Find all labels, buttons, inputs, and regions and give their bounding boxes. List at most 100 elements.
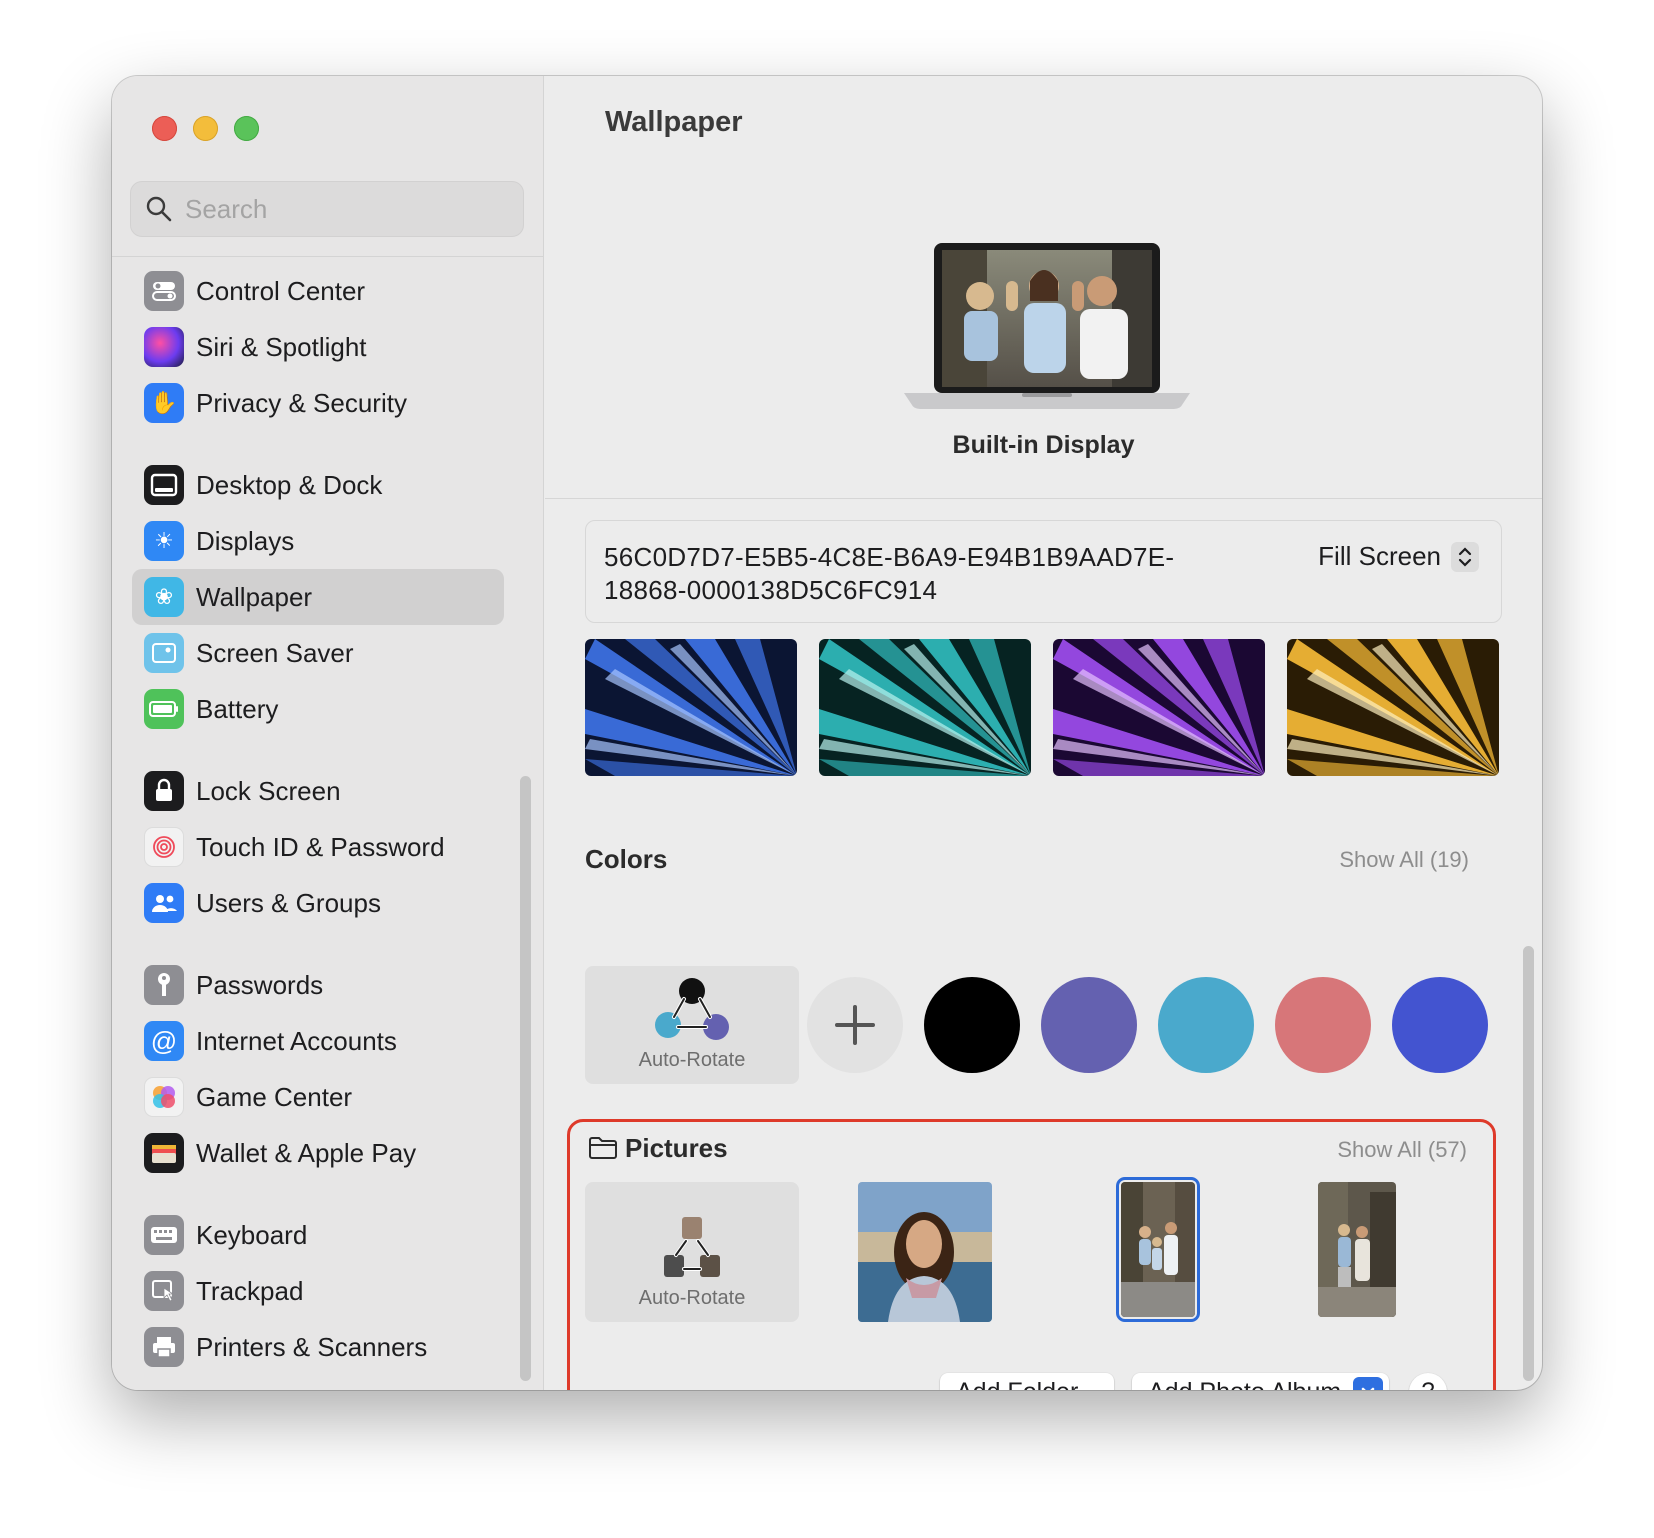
laptop-preview-image[interactable] (902, 241, 1192, 411)
sidebar-item-users-groups[interactable]: Users & Groups (132, 875, 504, 931)
sidebar-item-passwords[interactable]: Passwords (132, 957, 504, 1013)
wallpaper-thumbnail-teal[interactable] (819, 639, 1031, 776)
colors-heading: Colors (585, 844, 668, 874)
color-swatch-blue[interactable] (1392, 977, 1488, 1073)
trackpad-icon (144, 1271, 184, 1311)
up-down-chevron-icon (1451, 541, 1479, 572)
sidebar-item-label: Wallpaper (196, 581, 313, 612)
sidebar-scrollbar[interactable] (520, 776, 531, 1381)
zoom-window-button[interactable] (234, 116, 259, 141)
screen-saver-icon (144, 633, 184, 673)
battery-icon (144, 689, 184, 729)
dynamic-wallpaper-thumbnails (585, 639, 1499, 776)
sidebar-item-label: Lock Screen (196, 775, 341, 806)
colors-auto-rotate-tile[interactable]: Auto-Rotate (585, 966, 799, 1084)
dock-icon (144, 465, 184, 505)
sidebar-item-desktop-dock[interactable]: Desktop & Dock (132, 457, 504, 513)
sidebar-item-internet-accounts[interactable]: @ Internet Accounts (132, 1013, 504, 1069)
settings-window: Control Center Siri & Spotlight ✋ Privac… (112, 76, 1542, 1390)
search-icon (146, 196, 172, 222)
sidebar-item-printers[interactable]: Printers & Scanners (132, 1319, 504, 1375)
current-wallpaper-row: 56C0D7D7-E5B5-4C8E-B6A9-E94B1B9AAD7E-188… (585, 520, 1502, 623)
sidebar-item-label: Users & Groups (196, 887, 381, 918)
page-title: Wallpaper (605, 106, 743, 138)
auto-rotate-icon (664, 1217, 720, 1277)
sidebar-item-label: Printers & Scanners (196, 1331, 428, 1362)
keyboard-icon (144, 1215, 184, 1255)
pictures-show-all-link[interactable]: Show All (57) (1337, 1137, 1467, 1163)
sidebar-item-label: Displays (196, 525, 295, 556)
display-name: Built-in Display (952, 431, 1135, 459)
wallet-icon (144, 1133, 184, 1173)
pictures-section: Pictures Show All (57) Auto-Rotate (567, 1119, 1496, 1390)
color-swatch-purple[interactable] (1041, 977, 1137, 1073)
printer-icon (144, 1327, 184, 1367)
pictures-heading: Pictures (625, 1133, 728, 1163)
add-folder-button[interactable]: Add Folder... (940, 1373, 1114, 1390)
search-field[interactable] (130, 181, 524, 237)
sidebar-item-label: Privacy & Security (196, 387, 407, 418)
main-scrollbar[interactable] (1523, 946, 1534, 1381)
sidebar-list: Control Center Siri & Spotlight ✋ Privac… (132, 263, 504, 1375)
sidebar-item-lock-screen[interactable]: Lock Screen (132, 763, 504, 819)
sidebar-item-screen-saver[interactable]: Screen Saver (132, 625, 504, 681)
add-color-button[interactable] (807, 977, 903, 1073)
hand-icon: ✋ (144, 383, 184, 423)
sidebar-item-label: Game Center (196, 1081, 353, 1112)
wallpaper-thumbnail-blue[interactable] (585, 639, 797, 776)
lock-icon (144, 771, 184, 811)
sidebar-item-label: Control Center (196, 275, 366, 306)
sidebar-item-control-center[interactable]: Control Center (132, 263, 504, 319)
sidebar-item-wallet[interactable]: Wallet & Apple Pay (132, 1125, 504, 1181)
colors-show-all-link[interactable]: Show All (19) (1339, 847, 1469, 873)
picture-thumbnail-street[interactable] (1318, 1182, 1396, 1317)
add-folder-label: Add Folder... (956, 1378, 1098, 1391)
sidebar-item-trackpad[interactable]: Trackpad (132, 1263, 504, 1319)
close-window-button[interactable] (152, 116, 177, 141)
siri-icon (144, 327, 184, 367)
sidebar-item-displays[interactable]: ☀ Displays (132, 513, 504, 569)
plus-icon (835, 1005, 875, 1045)
pictures-auto-rotate-tile[interactable]: Auto-Rotate (585, 1182, 799, 1322)
sidebar-item-label: Desktop & Dock (196, 469, 383, 500)
sidebar-item-siri-spotlight[interactable]: Siri & Spotlight (132, 319, 504, 375)
minimize-window-button[interactable] (193, 116, 218, 141)
folder-icon (589, 1137, 617, 1159)
color-swatch-pink[interactable] (1275, 977, 1371, 1073)
wallpaper-scroll-region: Colors Show All (19) Auto-Rotate Picture… (545, 639, 1542, 1390)
sidebar-item-label: Touch ID & Password (196, 831, 445, 862)
color-swatch-teal[interactable] (1158, 977, 1254, 1073)
sidebar-divider (112, 256, 543, 257)
picture-thumbnail-family-selected[interactable] (1116, 1177, 1200, 1322)
wallpaper-thumbnail-gold[interactable] (1287, 639, 1499, 776)
sidebar-item-privacy-security[interactable]: ✋ Privacy & Security (132, 375, 504, 431)
wallpaper-file-name: 56C0D7D7-E5B5-4C8E-B6A9-E94B1B9AAD7E-188… (604, 542, 1175, 605)
sidebar-item-label: Trackpad (196, 1275, 304, 1306)
sun-icon: ☀ (144, 521, 184, 561)
sidebar-item-label: Internet Accounts (196, 1025, 397, 1056)
sidebar-item-keyboard[interactable]: Keyboard (132, 1207, 504, 1263)
sidebar-item-label: Siri & Spotlight (196, 331, 367, 362)
fit-mode-value: Fill Screen (1318, 541, 1441, 571)
search-input[interactable] (185, 193, 505, 225)
picture-thumbnail-portrait[interactable] (858, 1182, 992, 1322)
colors-auto-rotate-label: Auto-Rotate (638, 1049, 746, 1071)
add-photo-album-button[interactable]: Add Photo Album (1132, 1373, 1390, 1390)
sidebar-item-label: Passwords (196, 969, 324, 1000)
pictures-auto-rotate-label: Auto-Rotate (638, 1287, 746, 1309)
sidebar-item-wallpaper[interactable]: ❀ Wallpaper (132, 569, 504, 625)
fit-mode-select[interactable]: Fill Screen (1318, 541, 1479, 572)
sidebar-item-game-center[interactable]: Game Center (132, 1069, 504, 1125)
wallpaper-thumbnail-purple[interactable] (1053, 639, 1265, 776)
auto-rotate-icon (655, 978, 729, 1040)
sidebar-item-label: Keyboard (196, 1219, 308, 1250)
sidebar-item-battery[interactable]: Battery (132, 681, 504, 737)
game-center-icon (144, 1077, 184, 1117)
color-swatch-black[interactable] (924, 977, 1020, 1073)
help-button[interactable]: ? (1409, 1373, 1447, 1390)
fingerprint-icon (144, 827, 184, 867)
control-center-icon (144, 271, 184, 311)
sidebar-item-touch-id[interactable]: Touch ID & Password (132, 819, 504, 875)
sidebar: Control Center Siri & Spotlight ✋ Privac… (112, 76, 544, 1390)
flower-icon: ❀ (144, 577, 184, 617)
